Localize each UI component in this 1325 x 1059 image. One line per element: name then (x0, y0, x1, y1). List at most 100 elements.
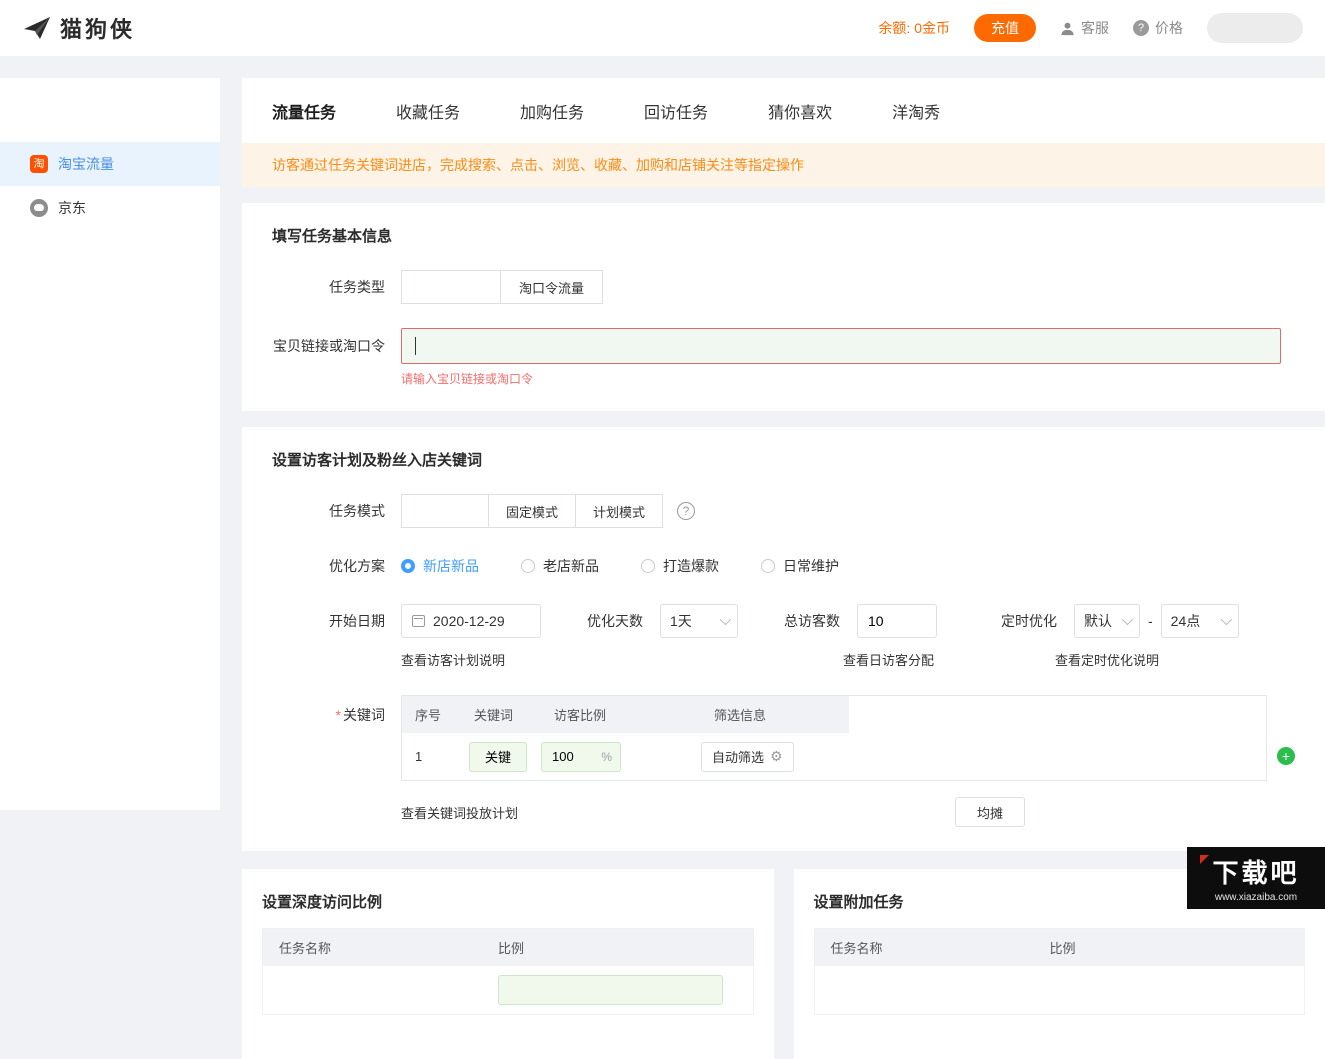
col-header-task-name: 任务名称 (263, 938, 498, 957)
start-date-picker[interactable]: 2020-12-29 (401, 604, 541, 638)
jd-icon (30, 199, 48, 217)
depth-ratio-input[interactable] (498, 975, 723, 1005)
timed-start-select[interactable]: 默认 (1074, 604, 1140, 638)
person-icon (1060, 21, 1075, 36)
tab-traffic-task[interactable]: 流量任务 (272, 99, 336, 123)
optimize-days-label: 优化天数 (587, 611, 643, 631)
watermark-url: www.xiazaiba.com (1215, 892, 1297, 903)
question-circle-icon: ? (1133, 20, 1149, 36)
total-visitors-input[interactable] (857, 604, 937, 638)
timed-optimize-help-link[interactable]: 查看定时优化说明 (1055, 650, 1159, 669)
gear-icon: ⚙ (770, 748, 783, 765)
taobao-icon: 淘 (30, 155, 48, 173)
sidebar-item-taobao-traffic[interactable]: 淘 淘宝流量 (0, 142, 220, 186)
radio-dot (401, 559, 415, 573)
task-mode-option-fixed[interactable]: 固定模式 (488, 494, 576, 528)
notice-bar: 访客通过任务关键词进店，完成搜索、点击、浏览、收藏、加购和店铺关注等指定操作 (242, 143, 1325, 187)
keyword-input[interactable] (469, 742, 527, 772)
auto-filter-label: 自动筛选 (712, 747, 764, 766)
watermark-title: 下载吧 (1212, 853, 1299, 890)
radio-hot-item[interactable]: 打造爆款 (641, 556, 719, 576)
tab-cart-task[interactable]: 加购任务 (520, 99, 584, 123)
recharge-button[interactable]: 充值 (974, 14, 1036, 42)
optimize-days-select[interactable]: 1天 (660, 604, 738, 638)
logo-text: 猫狗侠 (60, 12, 135, 44)
radio-label: 打造爆款 (663, 556, 719, 576)
balance-text: 余额: 0金币 (878, 18, 950, 38)
item-link-row: 宝贝链接或淘口令 (272, 328, 1295, 364)
task-mode-label: 任务模式 (272, 501, 385, 521)
add-keyword-button[interactable]: + (1277, 747, 1295, 765)
task-mode-option-plan[interactable]: 计划模式 (575, 494, 663, 528)
visitor-plan-title: 设置访客计划及粉丝入店关键词 (272, 449, 1295, 470)
col-header-keyword: 关键词 (461, 696, 541, 733)
ratio-cell: % (541, 742, 701, 772)
header-blank-button[interactable] (1207, 13, 1303, 43)
radio-daily-maintain[interactable]: 日常维护 (761, 556, 839, 576)
watermark-accent (1200, 855, 1209, 864)
task-tab-bar: 流量任务 收藏任务 加购任务 回访任务 猜你喜欢 洋淘秀 (242, 78, 1325, 143)
auto-filter-button[interactable]: 自动筛选 ⚙ (701, 742, 794, 772)
ratio-box: % (541, 742, 621, 772)
col-header-ratio: 比例 (1049, 938, 1304, 957)
depth-visit-table-header: 任务名称 比例 (263, 929, 753, 966)
tab-guess-you-like[interactable]: 猜你喜欢 (768, 99, 832, 123)
keyword-label: *关键词 (272, 705, 385, 725)
logo-icon (22, 15, 52, 41)
start-date-value: 2020-12-29 (433, 613, 505, 629)
task-type-segments: 淘口令流量 (401, 270, 603, 304)
tab-revisit-task[interactable]: 回访任务 (644, 99, 708, 123)
sidebar: 淘 淘宝流量 京东 (0, 78, 220, 810)
keyword-cell (461, 742, 541, 772)
keyword-plan-link[interactable]: 查看关键词投放计划 (401, 803, 955, 822)
daily-allocation-link[interactable]: 查看日访客分配 (843, 650, 1055, 669)
timed-end-select[interactable]: 24点 (1161, 604, 1239, 638)
price-link[interactable]: ? 价格 (1133, 18, 1183, 38)
text-caret (415, 337, 416, 355)
col-header-visitor-ratio: 访客比例 (541, 696, 701, 733)
radio-old-store-new-item[interactable]: 老店新品 (521, 556, 599, 576)
price-label: 价格 (1155, 18, 1183, 38)
extra-task-table-row (815, 966, 1305, 1014)
ratio-input[interactable] (550, 748, 590, 765)
radio-dot (521, 559, 535, 573)
radio-new-store-new-item[interactable]: 新店新品 (401, 556, 479, 576)
sidebar-item-jd[interactable]: 京东 (0, 186, 220, 230)
visitor-plan-card: 设置访客计划及粉丝入店关键词 任务模式 固定模式 计划模式 ? 优化方案 新店新… (242, 427, 1325, 851)
service-link[interactable]: 客服 (1060, 18, 1109, 38)
keyword-table-header: 序号 关键词 访客比例 筛选信息 (402, 696, 1266, 733)
col-header-index: 序号 (402, 696, 461, 733)
help-icon[interactable]: ? (677, 502, 695, 520)
share-evenly-button[interactable]: 均摊 (955, 797, 1025, 827)
visitor-plan-help-link[interactable]: 查看访客计划说明 (401, 650, 843, 669)
radio-dot (761, 559, 775, 573)
basic-info-card: 填写任务基本信息 任务类型 淘口令流量 宝贝链接或淘口令 请输入宝贝链接或淘口令 (242, 203, 1325, 411)
item-link-input[interactable] (401, 328, 1281, 364)
radio-label: 新店新品 (423, 556, 479, 576)
col-header-ratio: 比例 (498, 938, 753, 957)
item-link-label: 宝贝链接或淘口令 (272, 336, 385, 356)
tab-yangtaoxiu[interactable]: 洋淘秀 (892, 99, 940, 123)
tab-favorite-task[interactable]: 收藏任务 (396, 99, 460, 123)
task-type-option-taokouling[interactable]: 淘口令流量 (500, 270, 603, 304)
task-mode-segments: 固定模式 计划模式 (401, 494, 663, 528)
help-links-row: 查看访客计划说明 查看日访客分配 查看定时优化说明 (401, 650, 1295, 669)
bottom-cards: 设置深度访问比例 任务名称 比例 设置附加任务 任务名称 比例 (242, 869, 1325, 1059)
chevron-down-icon (1220, 614, 1231, 625)
service-label: 客服 (1081, 18, 1109, 38)
col-header-filter-info: 筛选信息 (701, 696, 849, 733)
item-link-error: 请输入宝贝链接或淘口令 (401, 370, 1295, 387)
sidebar-item-label: 淘宝流量 (58, 154, 114, 174)
radio-label: 日常维护 (783, 556, 839, 576)
extra-task-table: 任务名称 比例 (814, 928, 1306, 1015)
radio-dot (641, 559, 655, 573)
ratio-cell (498, 975, 753, 1005)
keyword-footer-row: 查看关键词投放计划 均摊 (401, 797, 1295, 827)
task-type-option-blank[interactable] (401, 270, 501, 304)
col-header-filler (849, 696, 1266, 733)
top-bar: 猫狗侠 余额: 0金币 充值 客服 ? 价格 (0, 0, 1325, 56)
task-mode-option-blank[interactable] (401, 494, 489, 528)
col-header-task-name: 任务名称 (815, 938, 1050, 957)
basic-info-title: 填写任务基本信息 (272, 225, 1295, 246)
main-content: 流量任务 收藏任务 加购任务 回访任务 猜你喜欢 洋淘秀 访客通过任务关键词进店… (242, 78, 1325, 1059)
